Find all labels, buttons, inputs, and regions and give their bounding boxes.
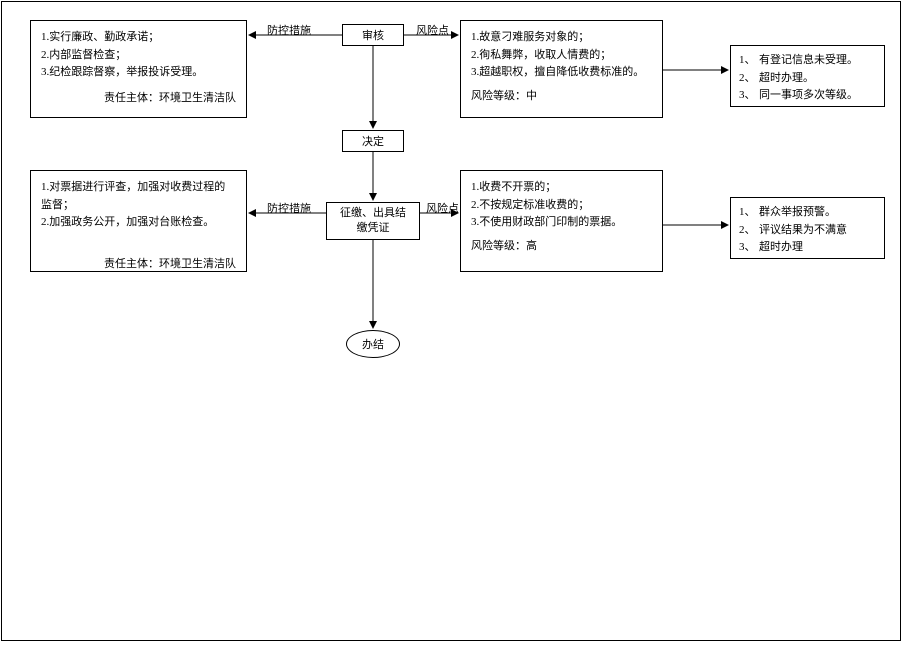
text: 3.纪检跟踪督察，举报投诉受理。 [41, 64, 236, 82]
node-label: 办结 [362, 336, 384, 352]
text: 1.收费不开票的； [471, 179, 652, 197]
risk-level: 风险等级：高 [471, 238, 652, 256]
num: 2、 [739, 70, 759, 88]
text: 超时办理 [759, 239, 803, 257]
text: 2.徇私舞弊，收取人情费的； [471, 47, 652, 65]
risk-box-1: 1.故意刁难服务对象的； 2.徇私舞弊，收取人情费的； 3.超越职权，擅自降低收… [460, 20, 663, 118]
outcome-box-1: 1、有登记信息未受理。 2、超时办理。 3、同一事项多次等级。 [730, 45, 885, 107]
text: 3.不使用财政部门印制的票据。 [471, 214, 652, 232]
edge-label-prevent-2: 防控措施 [267, 200, 311, 216]
text: 评议结果为不满意 [759, 222, 847, 240]
num: 1、 [739, 52, 759, 70]
risk-level: 风险等级：中 [471, 88, 652, 106]
outcome-box-2: 1、群众举报预警。 2、评议结果为不满意 3、超时办理 [730, 197, 885, 259]
prevention-box-2: 1.对票据进行评查，加强对收费过程的监督； 2.加强政务公开，加强对台账检查。 … [30, 170, 247, 272]
node-label-line2: 缴凭证 [357, 221, 390, 236]
text: 1.实行廉政、勤政承诺； [41, 29, 236, 47]
prevention-box-1: 1.实行廉政、勤政承诺； 2.内部监督检查； 3.纪检跟踪督察，举报投诉受理。 … [30, 20, 247, 118]
node-decide: 决定 [342, 130, 404, 152]
num: 3、 [739, 239, 759, 257]
node-label: 决定 [362, 133, 384, 149]
text: 3.超越职权，擅自降低收费标准的。 [471, 64, 652, 82]
node-collect: 征缴、出具结 缴凭证 [326, 202, 420, 240]
text: 2.内部监督检查； [41, 47, 236, 65]
node-done: 办结 [346, 330, 400, 358]
node-audit: 审核 [342, 24, 404, 46]
risk-box-2: 1.收费不开票的； 2.不按规定标准收费的； 3.不使用财政部门印制的票据。 风… [460, 170, 663, 272]
text: 群众举报预警。 [759, 204, 836, 222]
edge-label-risk-2: 风险点 [426, 200, 459, 216]
text: 2.不按规定标准收费的； [471, 197, 652, 215]
num: 1、 [739, 204, 759, 222]
num: 2、 [739, 222, 759, 240]
edge-label-risk-1: 风险点 [416, 22, 449, 38]
node-label: 审核 [362, 27, 384, 43]
text: 有登记信息未受理。 [759, 52, 858, 70]
responsible-label: 责任主体：环境卫生清洁队 [41, 256, 236, 274]
num: 3、 [739, 87, 759, 105]
responsible-label: 责任主体：环境卫生清洁队 [41, 90, 236, 108]
text: 同一事项多次等级。 [759, 87, 858, 105]
edge-label-prevent-1: 防控措施 [267, 22, 311, 38]
text: 2.加强政务公开，加强对台账检查。 [41, 214, 236, 232]
text: 1.故意刁难服务对象的； [471, 29, 652, 47]
text: 超时办理。 [759, 70, 814, 88]
text: 1.对票据进行评查，加强对收费过程的监督； [41, 179, 236, 214]
node-label-line1: 征缴、出具结 [340, 206, 406, 221]
